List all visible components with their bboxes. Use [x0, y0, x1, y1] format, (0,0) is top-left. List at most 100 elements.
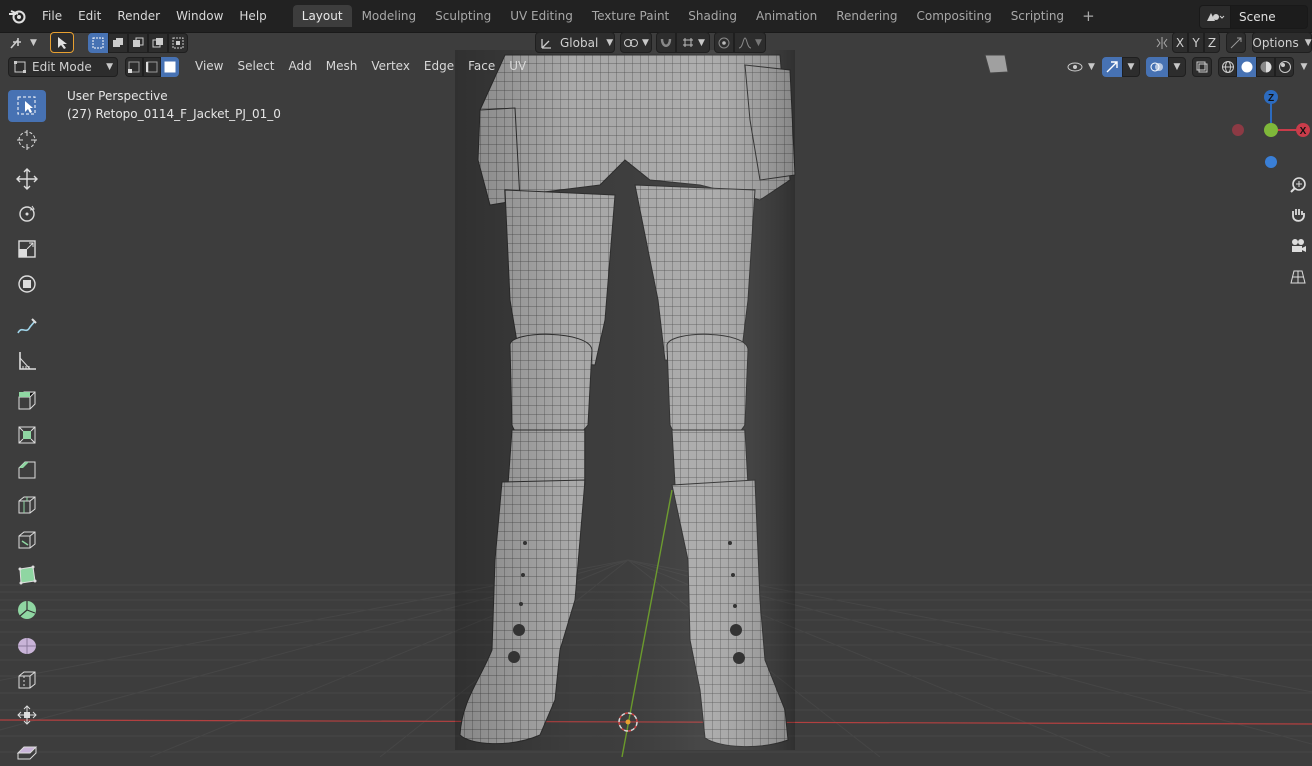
menu-mesh[interactable]: Mesh: [319, 55, 365, 77]
smooth-icon[interactable]: [8, 629, 46, 661]
edge-select-icon[interactable]: [143, 57, 161, 77]
svg-text:Z: Z: [1268, 93, 1274, 104]
overlays-toggle-icon[interactable]: [1146, 57, 1168, 77]
gizmo-neg-x-axis[interactable]: [1232, 124, 1244, 136]
menu-help[interactable]: Help: [231, 0, 274, 32]
loop-cut-icon[interactable]: [8, 489, 46, 521]
viewport-menus: View Select Add Mesh Vertex Edge Face UV: [188, 55, 533, 77]
extrude-icon[interactable]: [8, 384, 46, 416]
select-invert-icon[interactable]: [148, 33, 168, 53]
poly-build-icon[interactable]: [8, 559, 46, 591]
tab-scripting[interactable]: Scripting: [1002, 5, 1073, 27]
transform-orientation-dropdown[interactable]: Global ▼: [535, 32, 615, 53]
mirror-x-toggle[interactable]: X: [1172, 32, 1188, 53]
solid-shading-icon[interactable]: [1237, 57, 1256, 77]
shading-modes: [1218, 57, 1294, 77]
workspace-tabs: Layout Modeling Sculpting UV Editing Tex…: [292, 5, 1103, 27]
scale-icon[interactable]: [8, 233, 46, 265]
active-object-label: (27) Retopo_0114_F_Jacket_PJ_01_0: [67, 107, 281, 121]
pan-hand-icon[interactable]: [1284, 201, 1312, 229]
toggle-perspective-grid-icon[interactable]: [1284, 263, 1312, 291]
measure-icon[interactable]: [8, 345, 46, 377]
tab-modeling[interactable]: Modeling: [353, 5, 426, 27]
select-tool-icon[interactable]: [50, 32, 74, 53]
transform-orientation-label: Global: [560, 35, 599, 50]
overlays-dropdown[interactable]: ▼: [1168, 57, 1186, 77]
visibility-dropdown[interactable]: ▼: [1064, 57, 1098, 77]
rendered-shading-icon[interactable]: [1275, 57, 1294, 77]
material-shading-icon[interactable]: [1256, 57, 1275, 77]
camera-view-icon[interactable]: [1284, 232, 1312, 260]
gizmo-y-axis[interactable]: [1264, 123, 1278, 137]
gizmo-neg-z-axis[interactable]: [1265, 156, 1277, 168]
scene-icon[interactable]: [1199, 5, 1231, 29]
bevel-icon[interactable]: [8, 454, 46, 486]
mirror-icon[interactable]: [1152, 32, 1172, 53]
select-subtract-icon[interactable]: [128, 33, 148, 53]
vertex-select-icon[interactable]: [125, 57, 143, 77]
inset-icon[interactable]: [8, 419, 46, 451]
xray-toggle-icon[interactable]: [1192, 57, 1212, 77]
snap-toggle-icon[interactable]: [656, 32, 676, 53]
tab-uv-editing[interactable]: UV Editing: [501, 5, 582, 27]
orientation-icon: [541, 38, 551, 49]
tab-texture-paint[interactable]: Texture Paint: [583, 5, 678, 27]
mode-label: Edit Mode: [32, 60, 92, 74]
add-workspace-button[interactable]: +: [1074, 5, 1103, 27]
face-select-icon[interactable]: [161, 57, 179, 77]
mirror-y-toggle[interactable]: Y: [1188, 32, 1204, 53]
menu-edge[interactable]: Edge: [417, 55, 461, 77]
wireframe-shading-icon[interactable]: [1218, 57, 1237, 77]
select-box-icon[interactable]: [8, 90, 46, 122]
blender-logo-icon[interactable]: [0, 0, 34, 32]
transform-icon[interactable]: [8, 268, 46, 300]
shading-dropdown[interactable]: ▼: [1296, 57, 1312, 77]
rotate-icon[interactable]: [8, 198, 46, 230]
mode-dropdown[interactable]: Edit Mode ▼: [8, 57, 118, 77]
select-mode-group: [88, 33, 188, 53]
menu-vertex[interactable]: Vertex: [364, 55, 417, 77]
menu-select[interactable]: Select: [230, 55, 281, 77]
tab-shading[interactable]: Shading: [679, 5, 746, 27]
menu-window[interactable]: Window: [168, 0, 231, 32]
edge-slide-icon[interactable]: [8, 664, 46, 696]
tab-compositing[interactable]: Compositing: [907, 5, 1000, 27]
move-icon[interactable]: [8, 163, 46, 195]
annotate-icon[interactable]: [8, 310, 46, 342]
navigation-gizmo[interactable]: Z X: [1222, 86, 1312, 176]
scene-name-field[interactable]: Scene: [1231, 5, 1308, 29]
tool-type-dropdown[interactable]: ▼: [6, 33, 40, 53]
tab-animation[interactable]: Animation: [747, 5, 826, 27]
top-menu-bar: File Edit Render Window Help Layout Mode…: [0, 0, 1312, 33]
select-extend-icon[interactable]: [108, 33, 128, 53]
mirror-z-toggle[interactable]: Z: [1204, 32, 1220, 53]
spin-icon[interactable]: [8, 594, 46, 626]
zoom-icon[interactable]: [1284, 171, 1312, 199]
proportional-editing-icon[interactable]: [714, 32, 734, 53]
svg-text:X: X: [1300, 126, 1307, 137]
menu-uv[interactable]: UV: [502, 55, 533, 77]
menu-face[interactable]: Face: [461, 55, 502, 77]
menu-view[interactable]: View: [188, 55, 230, 77]
menu-render[interactable]: Render: [109, 0, 168, 32]
proportional-falloff-dropdown[interactable]: ▼: [734, 32, 766, 53]
gizmo-dropdown[interactable]: ▼: [1122, 57, 1140, 77]
shrink-fatten-icon[interactable]: [8, 699, 46, 731]
menu-edit[interactable]: Edit: [70, 0, 109, 32]
pivot-point-dropdown[interactable]: ▼: [620, 32, 652, 53]
tab-layout[interactable]: Layout: [292, 5, 352, 27]
tool-settings-header: ▼ Global ▼ ▼ ▼ ▼ X Y Z Options ▼: [0, 32, 1312, 54]
options-dropdown[interactable]: Options ▼: [1252, 32, 1312, 53]
select-new-icon[interactable]: [88, 33, 108, 53]
tab-sculpting[interactable]: Sculpting: [426, 5, 500, 27]
shear-icon[interactable]: [8, 734, 46, 766]
snap-target-dropdown[interactable]: ▼: [676, 32, 710, 53]
knife-icon[interactable]: [8, 524, 46, 556]
tab-rendering[interactable]: Rendering: [827, 5, 906, 27]
menu-add[interactable]: Add: [282, 55, 319, 77]
auto-merge-icon[interactable]: [1226, 32, 1246, 53]
gizmo-toggle-icon[interactable]: [1102, 57, 1122, 77]
cursor-icon[interactable]: [8, 124, 46, 156]
menu-file[interactable]: File: [34, 0, 70, 32]
select-intersect-icon[interactable]: [168, 33, 188, 53]
